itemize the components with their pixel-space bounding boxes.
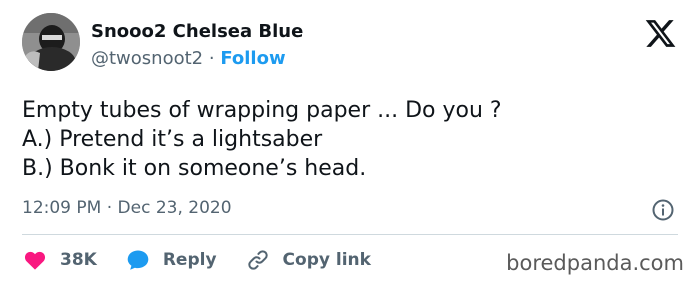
- tweet-text: Empty tubes of wrapping paper ... Do you…: [22, 96, 502, 183]
- avatar[interactable]: [22, 13, 80, 71]
- copy-link-label: Copy link: [282, 250, 371, 270]
- reply-button[interactable]: Reply: [125, 248, 217, 272]
- watermark: boredpanda.com: [506, 251, 684, 275]
- author-display-name[interactable]: Snooo2 Chelsea Blue: [91, 19, 303, 45]
- follow-button[interactable]: Follow: [220, 48, 285, 69]
- tweet-line: A.) Pretend it’s a lightsaber: [22, 127, 323, 152]
- action-bar: 38K Reply Copy link: [22, 246, 399, 274]
- copy-link-button[interactable]: Copy link: [245, 248, 371, 272]
- speech-bubble-icon: [127, 250, 149, 270]
- info-icon[interactable]: [651, 198, 675, 222]
- avatar-image: [22, 13, 80, 71]
- author-handle-row: @twosnoot2 · Follow: [91, 46, 286, 72]
- divider: [22, 234, 678, 235]
- tweet-line: Empty tubes of wrapping paper ... Do you…: [22, 98, 502, 123]
- tweet-timestamp[interactable]: 12:09 PM · Dec 23, 2020: [22, 195, 232, 221]
- x-logo-icon[interactable]: [644, 17, 677, 50]
- author-handle[interactable]: @twosnoot2: [91, 48, 203, 69]
- link-icon: [247, 250, 268, 270]
- separator-dot: ·: [208, 48, 215, 69]
- like-count: 38K: [60, 250, 97, 270]
- heart-icon: [24, 251, 46, 270]
- reply-label: Reply: [162, 250, 217, 270]
- like-button[interactable]: 38K: [22, 248, 97, 272]
- tweet-line: B.) Bonk it on someone’s head.: [22, 156, 367, 181]
